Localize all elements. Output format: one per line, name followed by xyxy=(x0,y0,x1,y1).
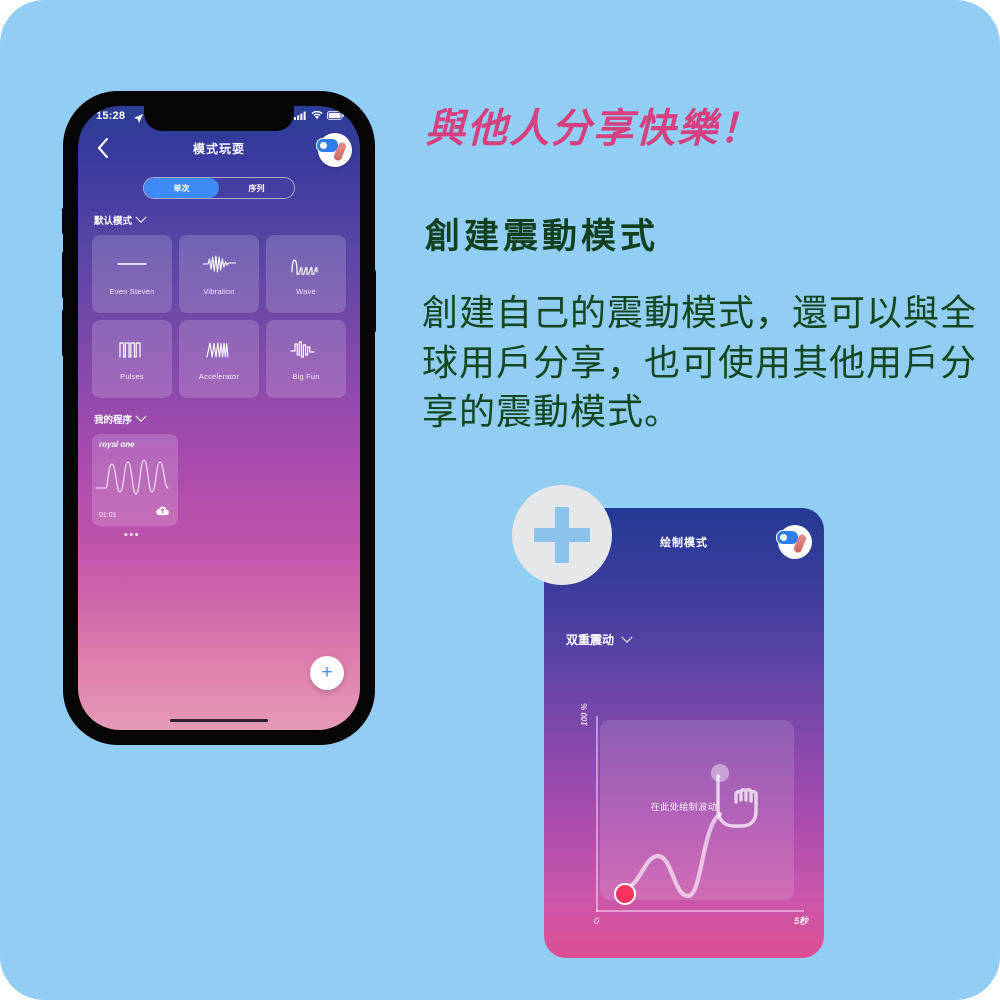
status-bar-time: 15:28 xyxy=(96,110,126,122)
pattern-cell-even-steven[interactable]: Even Steven xyxy=(92,235,172,313)
pattern-cell-wave[interactable]: Wave xyxy=(266,235,346,313)
chevron-down-icon xyxy=(135,211,147,223)
pattern-cell-big-fun[interactable]: Big Fun xyxy=(266,320,346,398)
battery-icon xyxy=(327,111,344,120)
pattern-grid: Even Steven Vibration Wave Pulses Accele… xyxy=(78,235,360,398)
phone-mockup: 15:28 模式玩耍 单次 序列 默认模式 Even Steven Vibrat… xyxy=(62,92,376,744)
phone-volume-down-button xyxy=(62,310,65,356)
app-logo-icon[interactable] xyxy=(776,525,812,559)
section-header-default-modes[interactable]: 默认模式 xyxy=(94,211,360,227)
flat-line-waveform-icon xyxy=(114,253,150,287)
add-pattern-fab[interactable]: + xyxy=(310,656,344,690)
program-waveform-preview xyxy=(92,452,178,505)
section-label: 默认模式 xyxy=(94,216,133,227)
pattern-cell-pulses[interactable]: Pulses xyxy=(92,320,172,398)
vibration-mode-selector[interactable]: 双重震动 xyxy=(566,631,633,648)
y-axis-label: 100 % xyxy=(580,703,589,726)
vibration-mode-label: 双重震动 xyxy=(566,633,615,647)
pattern-label: Even Steven xyxy=(109,286,155,296)
start-point-marker[interactable] xyxy=(614,883,636,905)
location-arrow-icon xyxy=(133,111,144,129)
hand-pointer-icon xyxy=(716,774,758,828)
promo-body-text: 創建自己的震動模式，還可以與全球用戶分享，也可使用其他用戶分享的震動模式。 xyxy=(422,292,978,433)
tab-single[interactable]: 单次 xyxy=(144,178,219,198)
mode-segmented-control: 单次 序列 xyxy=(78,177,360,199)
phone-volume-up-button xyxy=(62,252,65,298)
step-burst-waveform-icon xyxy=(288,338,324,372)
app-logo-icon[interactable] xyxy=(316,133,352,167)
section-header-my-programs[interactable]: 我的程序 xyxy=(94,410,360,426)
program-duration: 01:01 xyxy=(99,512,117,519)
section-label: 我的程序 xyxy=(94,415,133,426)
chevron-down-icon xyxy=(135,410,147,422)
promo-headline: 與他人分享快樂！ xyxy=(425,107,761,151)
sine-waveform-icon xyxy=(288,253,324,287)
add-pattern-plus-button[interactable] xyxy=(512,485,612,585)
wifi-icon xyxy=(311,111,323,120)
pattern-label: Vibration xyxy=(203,286,235,296)
phone-mute-switch xyxy=(62,208,65,234)
square-pulse-waveform-icon xyxy=(114,338,150,372)
pattern-label: Wave xyxy=(296,286,316,296)
cloud-upload-icon[interactable] xyxy=(155,503,170,521)
status-bar: 15:28 xyxy=(78,106,360,131)
pattern-label: Accelerator xyxy=(198,371,240,381)
program-name: royal one xyxy=(99,440,135,449)
phone-power-button xyxy=(373,270,376,332)
ramp-spike-waveform-icon xyxy=(201,338,237,372)
pattern-label: Big Fun xyxy=(292,371,320,381)
pattern-cell-accelerator[interactable]: Accelerator xyxy=(179,320,259,398)
home-indicator xyxy=(170,718,268,722)
x-axis-start-label: 0 xyxy=(594,916,600,926)
plus-icon: + xyxy=(321,662,333,683)
app-header: 模式玩耍 xyxy=(78,131,360,171)
dense-spike-waveform-icon xyxy=(201,253,237,287)
program-card-royal-one[interactable]: royal one 01:01 xyxy=(92,434,178,526)
promo-subheading: 創建震動模式 xyxy=(425,217,660,256)
promo-canvas: 15:28 模式玩耍 单次 序列 默认模式 Even Steven Vibrat… xyxy=(0,0,1000,1000)
pattern-label: Pulses xyxy=(120,371,144,381)
tab-sequence[interactable]: 序列 xyxy=(219,178,294,198)
phone-screen: 15:28 模式玩耍 单次 序列 默认模式 Even Steven Vibrat… xyxy=(78,106,360,730)
pattern-cell-vibration[interactable]: Vibration xyxy=(179,235,259,313)
chevron-down-icon xyxy=(621,631,633,643)
more-dots-icon[interactable]: ••• xyxy=(124,530,360,541)
status-bar-indicators xyxy=(294,111,344,120)
cellular-bars-icon xyxy=(294,111,306,120)
